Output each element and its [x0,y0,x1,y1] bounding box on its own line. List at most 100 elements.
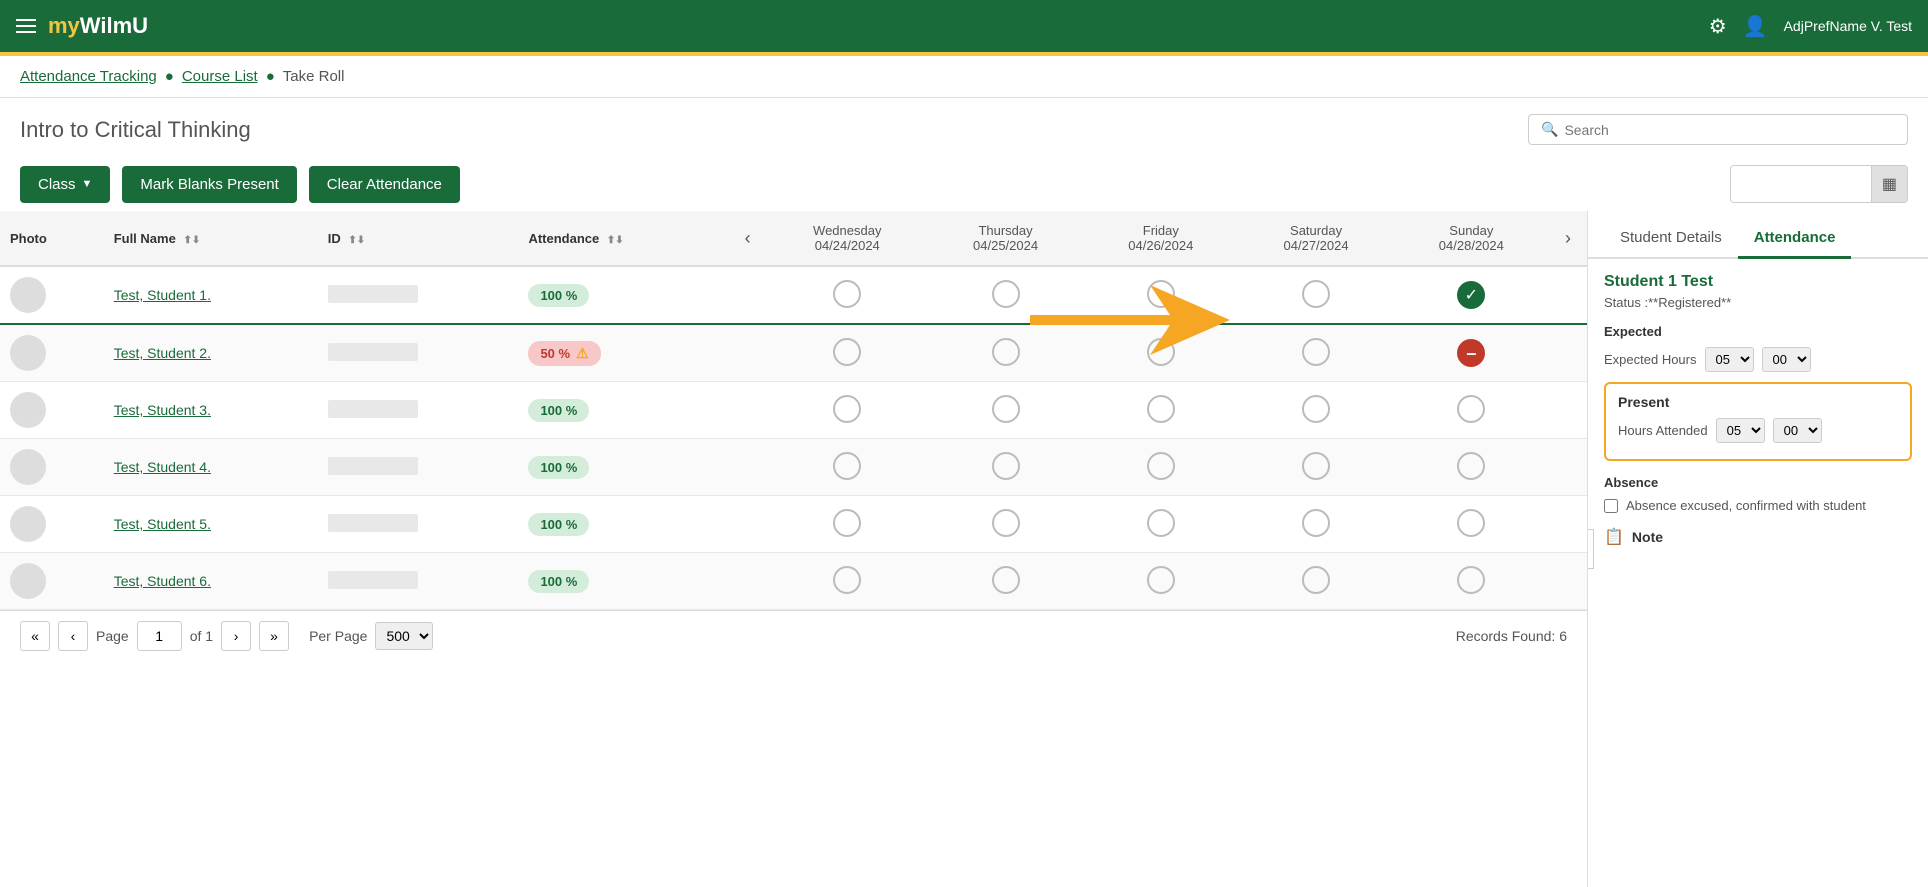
empty-circle[interactable] [833,395,861,423]
daily-attendance-cell[interactable] [1238,496,1393,553]
empty-circle[interactable] [1147,395,1175,423]
tab-attendance[interactable]: Attendance [1738,219,1852,259]
next-page-btn[interactable]: › [221,621,251,651]
present-minutes-select[interactable]: 00 [1773,418,1822,443]
student-link[interactable]: Test, Student 6. [114,573,211,589]
daily-attendance-cell[interactable]: – [1394,324,1549,382]
daily-attendance-cell[interactable] [1083,324,1238,382]
empty-circle[interactable] [833,338,861,366]
daily-attendance-cell[interactable] [1394,382,1549,439]
page-input[interactable]: 1 [137,621,182,651]
daily-attendance-cell[interactable] [1083,553,1238,610]
empty-circle[interactable] [1457,509,1485,537]
empty-circle[interactable] [992,395,1020,423]
student-link[interactable]: Test, Student 3. [114,402,211,418]
student-link[interactable]: Test, Student 4. [114,459,211,475]
empty-circle[interactable] [992,452,1020,480]
empty-circle[interactable] [1457,395,1485,423]
daily-attendance-cell[interactable] [1394,553,1549,610]
empty-circle[interactable] [833,566,861,594]
empty-circle[interactable] [992,509,1020,537]
tab-student-details[interactable]: Student Details [1604,219,1738,259]
empty-circle[interactable] [833,280,861,308]
per-page-select[interactable]: 500 100 50 [375,622,433,650]
user-name[interactable]: AdjPrefName V. Test [1784,18,1912,34]
empty-circle[interactable] [1147,509,1175,537]
class-button[interactable]: Class ▼ [20,166,110,203]
gear-icon[interactable]: ⚙ [1709,14,1727,39]
daily-attendance-cell[interactable] [767,439,928,496]
daily-attendance-cell[interactable] [1083,382,1238,439]
menu-icon[interactable] [16,19,36,33]
daily-attendance-cell[interactable] [1083,439,1238,496]
daily-attendance-cell[interactable]: ✓ [1394,266,1549,324]
empty-circle[interactable] [1302,509,1330,537]
col-attendance[interactable]: Attendance ⬆⬇ [518,211,728,266]
calendar-icon[interactable]: ▦ [1871,166,1907,202]
daily-attendance-cell[interactable] [1238,324,1393,382]
empty-circle[interactable] [992,338,1020,366]
empty-circle[interactable] [1147,338,1175,366]
sidebar-toggle[interactable]: › [1588,529,1594,569]
student-link[interactable]: Test, Student 5. [114,516,211,532]
absent-circle[interactable]: – [1457,339,1485,367]
empty-circle[interactable] [1147,566,1175,594]
empty-circle[interactable] [1302,452,1330,480]
daily-attendance-cell[interactable] [1238,439,1393,496]
search-input[interactable] [1564,122,1895,138]
empty-circle[interactable] [1147,280,1175,308]
next-date-arrow[interactable]: › [1549,211,1587,266]
empty-circle[interactable] [1302,395,1330,423]
empty-circle[interactable] [992,566,1020,594]
daily-attendance-cell[interactable] [767,553,928,610]
note-section[interactable]: 📋 Note [1604,527,1912,547]
prev-date-arrow[interactable]: ‹ [729,211,767,266]
empty-circle[interactable] [1302,338,1330,366]
daily-attendance-cell[interactable] [1238,266,1393,324]
empty-circle[interactable] [1302,566,1330,594]
next-week-btn[interactable]: › [1559,228,1577,249]
daily-attendance-cell[interactable] [928,382,1083,439]
daily-attendance-cell[interactable] [928,266,1083,324]
empty-circle[interactable] [1457,452,1485,480]
user-icon[interactable]: 👤 [1743,14,1768,39]
present-circle[interactable]: ✓ [1457,281,1485,309]
expected-minutes-select[interactable]: 00 [1762,347,1811,372]
empty-circle[interactable] [992,280,1020,308]
empty-circle[interactable] [1457,566,1485,594]
last-page-btn[interactable]: » [259,621,289,651]
student-link[interactable]: Test, Student 1. [114,287,211,303]
prev-week-btn[interactable]: ‹ [739,228,757,249]
present-hours-select[interactable]: 05 [1716,418,1765,443]
empty-circle[interactable] [833,452,861,480]
absence-excused-checkbox[interactable] [1604,499,1618,513]
daily-attendance-cell[interactable] [1083,496,1238,553]
empty-circle[interactable] [833,509,861,537]
col-full-name[interactable]: Full Name ⬆⬇ [104,211,318,266]
clear-attendance-button[interactable]: Clear Attendance [309,166,460,203]
daily-attendance-cell[interactable] [1083,266,1238,324]
date-input[interactable]: 04/28/2024 [1731,168,1871,200]
breadcrumb-home[interactable]: Attendance Tracking [20,68,157,85]
daily-attendance-cell[interactable] [1394,439,1549,496]
daily-attendance-cell[interactable] [767,382,928,439]
daily-attendance-cell[interactable] [767,266,928,324]
mark-blanks-button[interactable]: Mark Blanks Present [122,166,296,203]
empty-circle[interactable] [1147,452,1175,480]
col-id[interactable]: ID ⬆⬇ [318,211,519,266]
breadcrumb-course-list[interactable]: Course List [182,68,258,85]
expected-hours-select[interactable]: 05 [1705,347,1754,372]
empty-circle[interactable] [1302,280,1330,308]
daily-attendance-cell[interactable] [928,324,1083,382]
daily-attendance-cell[interactable] [767,324,928,382]
daily-attendance-cell[interactable] [928,553,1083,610]
first-page-btn[interactable]: « [20,621,50,651]
daily-attendance-cell[interactable] [767,496,928,553]
student-link[interactable]: Test, Student 2. [114,345,211,361]
daily-attendance-cell[interactable] [1238,553,1393,610]
prev-page-btn[interactable]: ‹ [58,621,88,651]
daily-attendance-cell[interactable] [928,439,1083,496]
daily-attendance-cell[interactable] [1238,382,1393,439]
daily-attendance-cell[interactable] [1394,496,1549,553]
daily-attendance-cell[interactable] [928,496,1083,553]
